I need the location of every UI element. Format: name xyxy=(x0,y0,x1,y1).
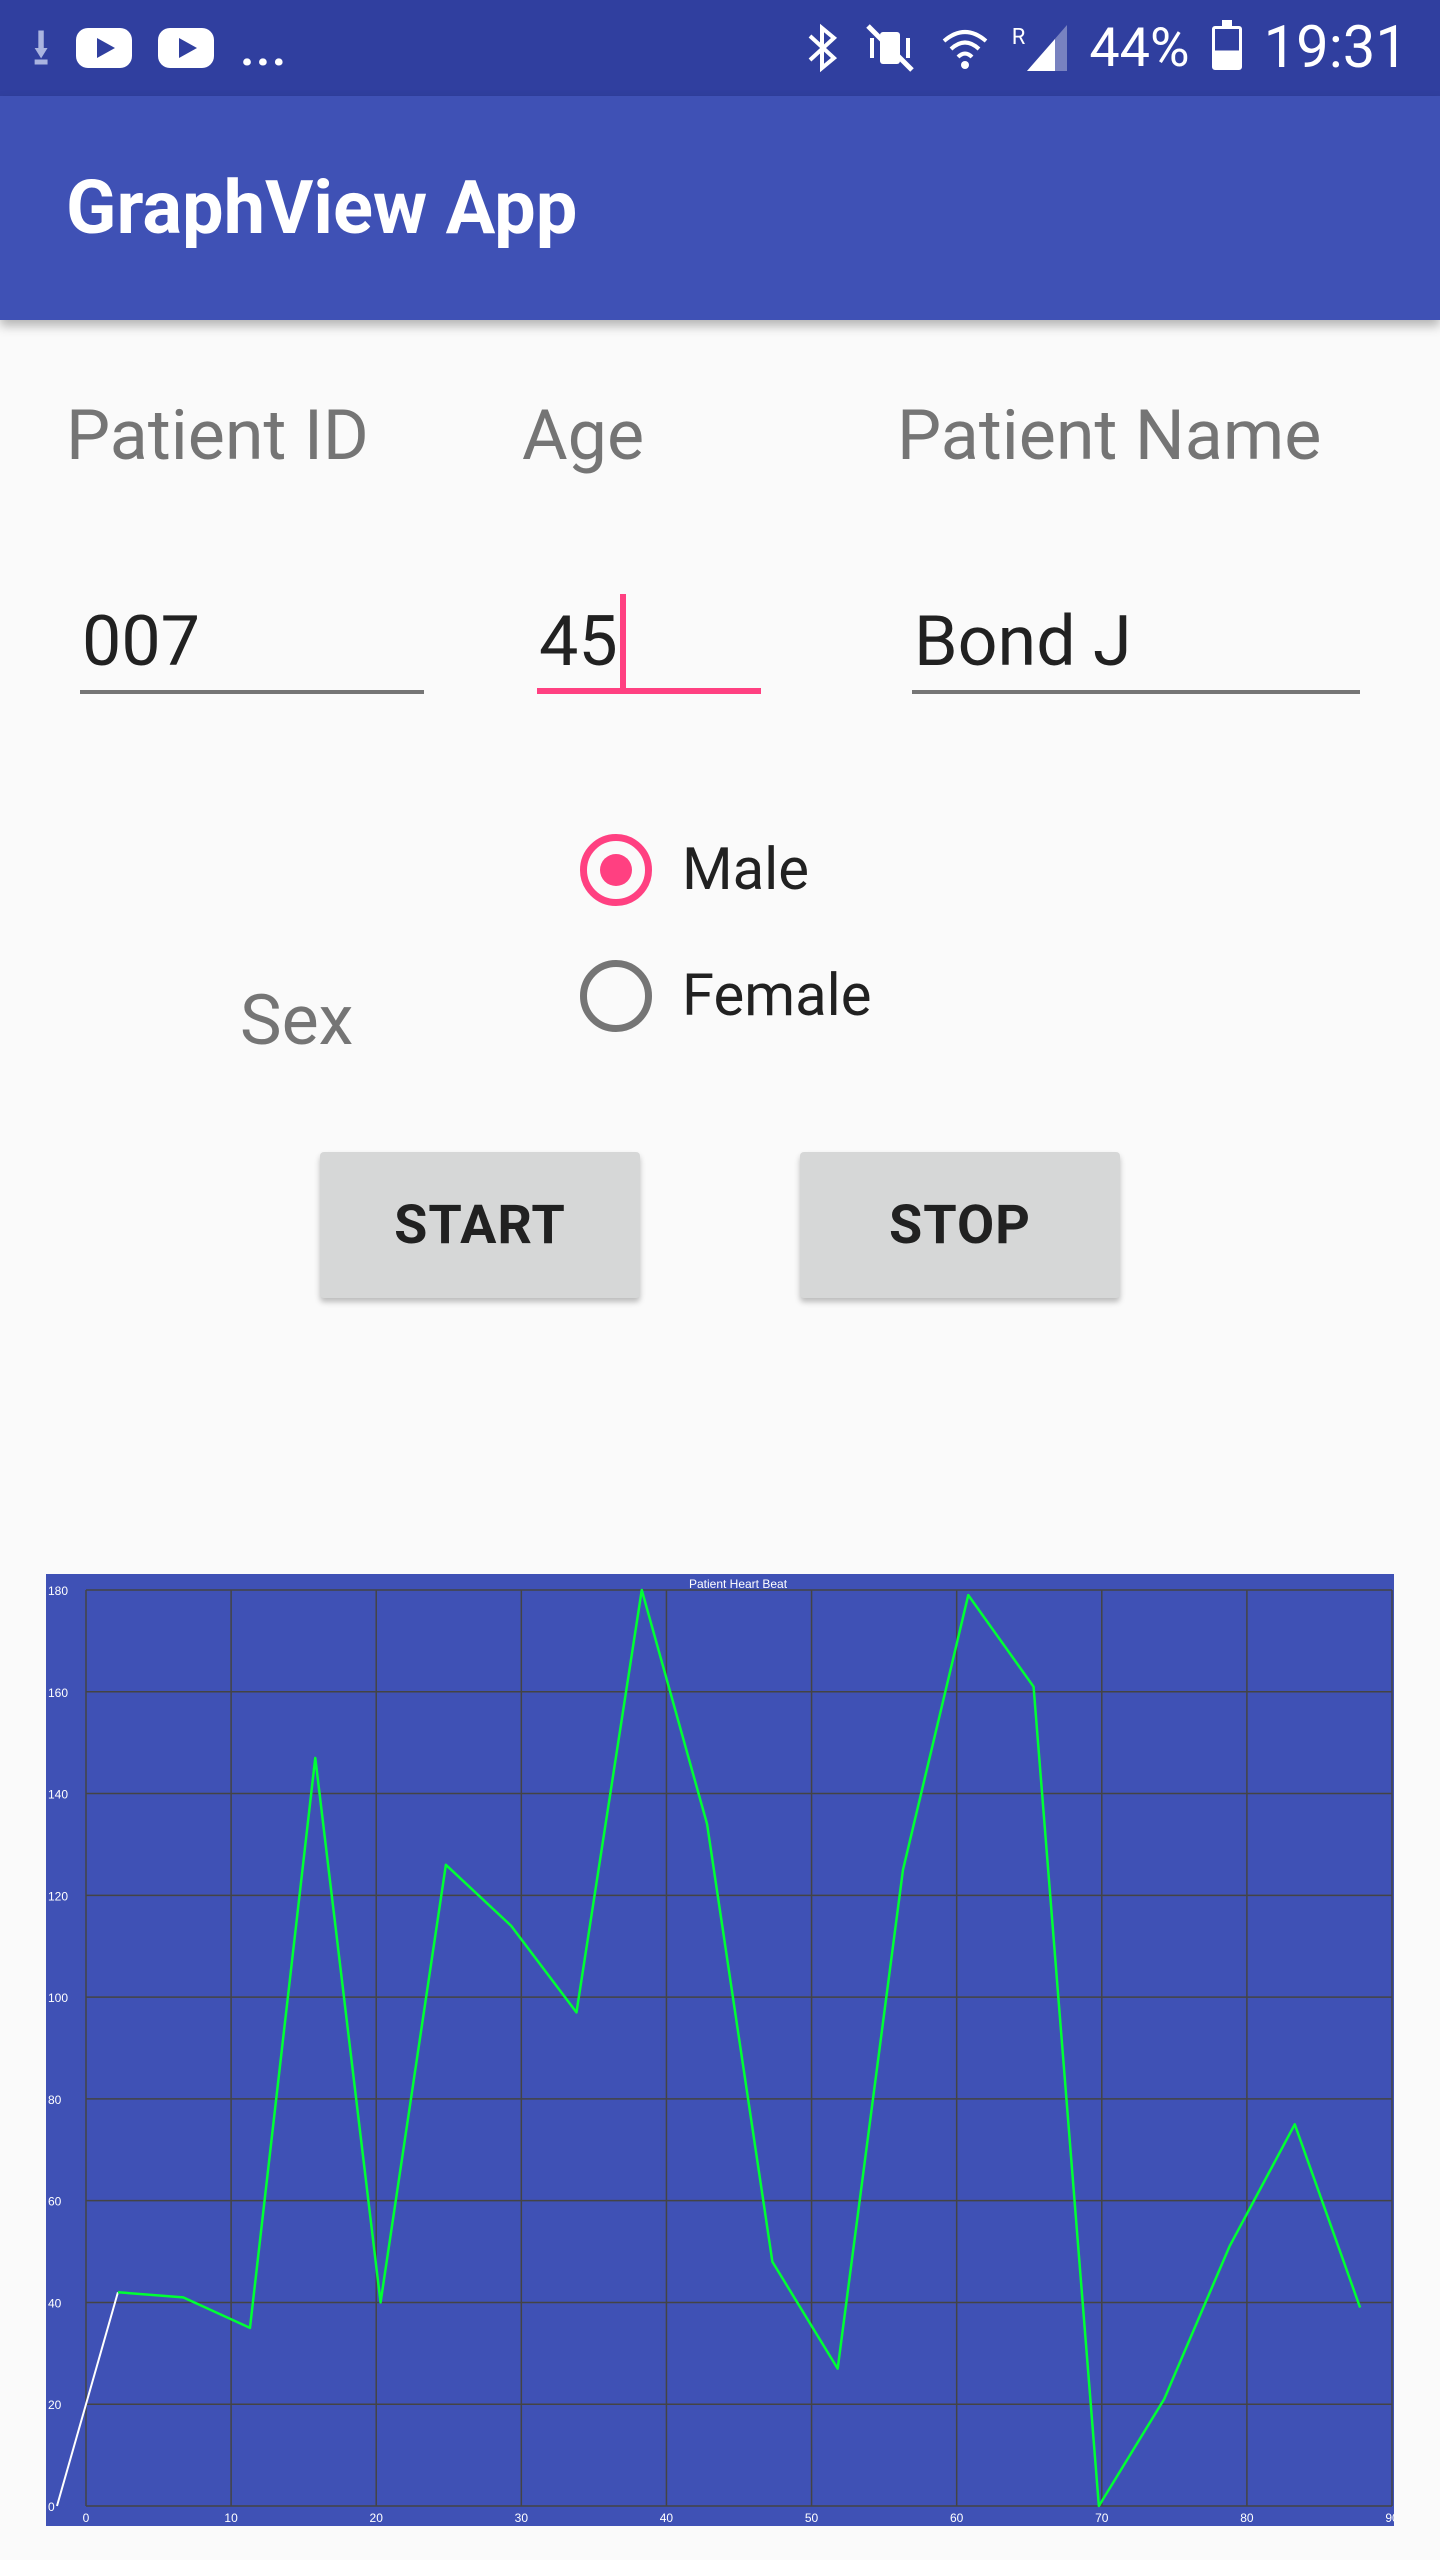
signal-icon: R xyxy=(1012,25,1068,71)
graph-background xyxy=(46,1574,1394,2526)
roaming-indicator: R xyxy=(1011,25,1026,50)
app-title: GraphView App xyxy=(66,164,578,252)
x-tick-label: 50 xyxy=(805,2511,819,2525)
status-clock: 19:31 xyxy=(1263,14,1408,82)
sex-label: Sex xyxy=(240,980,354,1062)
text-cursor xyxy=(619,594,626,690)
x-tick-label: 0 xyxy=(83,2511,90,2525)
age-value: 45 xyxy=(539,601,618,683)
wifi-icon xyxy=(942,30,988,69)
mute-vibrate-icon xyxy=(865,24,914,72)
patient-name-field[interactable]: Bond J xyxy=(912,594,1360,694)
x-tick-label: 30 xyxy=(515,2511,529,2525)
battery-percent: 44% xyxy=(1089,16,1190,80)
patient-id-value: 007 xyxy=(82,601,201,683)
download-icon: ⭳ xyxy=(32,17,51,78)
y-tick-label: 160 xyxy=(48,1686,68,1700)
radio-male-label: Male xyxy=(682,836,810,904)
y-tick-label: 0 xyxy=(48,2500,55,2514)
y-tick-label: 100 xyxy=(48,1991,68,2005)
youtube-icon xyxy=(158,28,215,68)
heart-beat-graph: 0 10 20 30 40 50 60 70 80 90 0 20 40 60 80 100 120 140 160… xyxy=(46,1574,1394,2526)
x-tick-label: 60 xyxy=(950,2511,964,2525)
status-left: ⭳ ... xyxy=(32,20,288,77)
patient-name-label: Patient Name xyxy=(897,395,1322,477)
patient-id-label: Patient ID xyxy=(66,395,369,477)
radio-female[interactable]: Female xyxy=(580,960,872,1032)
age-label: Age xyxy=(522,395,645,477)
y-tick-label: 180 xyxy=(48,1584,68,1598)
bluetooth-icon xyxy=(808,23,837,73)
age-field[interactable]: 45 xyxy=(537,594,761,694)
radio-checked-icon[interactable] xyxy=(580,834,652,906)
x-tick-label: 20 xyxy=(370,2511,384,2525)
y-tick-label: 40 xyxy=(48,2296,62,2310)
x-tick-label: 80 xyxy=(1240,2511,1254,2525)
status-bar: ⭳ ... R 44% 19:31 xyxy=(0,0,1440,96)
x-tick-label: 70 xyxy=(1095,2511,1109,2525)
stop-button[interactable]: STOP xyxy=(800,1152,1120,1298)
start-button[interactable]: START xyxy=(320,1152,640,1298)
x-tick-label: 10 xyxy=(224,2511,238,2525)
radio-female-label: Female xyxy=(682,962,872,1030)
radio-unchecked-icon[interactable] xyxy=(580,960,652,1032)
y-tick-label: 140 xyxy=(48,1788,68,1802)
graph-title: Patient Heart Beat xyxy=(689,1577,788,1591)
y-tick-label: 20 xyxy=(48,2398,62,2412)
youtube-icon xyxy=(76,28,133,68)
x-tick-label: 40 xyxy=(660,2511,674,2525)
patient-name-value: Bond J xyxy=(914,601,1132,683)
y-tick-label: 80 xyxy=(48,2093,62,2107)
radio-male[interactable]: Male xyxy=(580,834,809,906)
notification-overflow: ... xyxy=(240,19,288,77)
x-tick-label: 90 xyxy=(1385,2511,1394,2525)
patient-id-field[interactable]: 007 xyxy=(80,594,424,694)
status-right: R 44% 19:31 xyxy=(806,14,1408,82)
y-tick-label: 60 xyxy=(48,2195,62,2209)
battery-icon xyxy=(1211,20,1242,70)
y-tick-label: 120 xyxy=(48,1889,68,1903)
app-bar: GraphView App xyxy=(0,96,1440,320)
